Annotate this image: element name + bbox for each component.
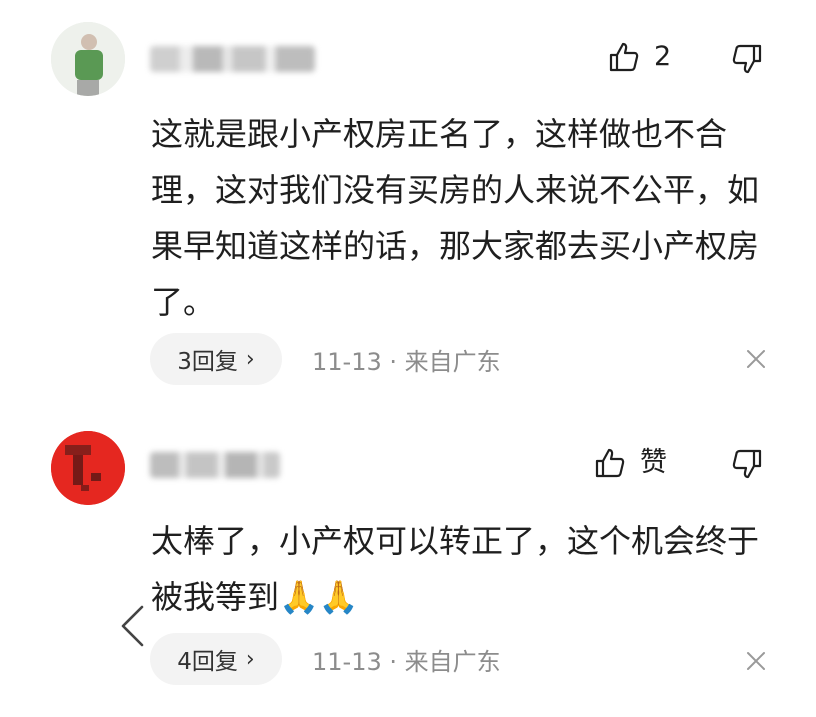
chevron-right-icon: › <box>245 646 255 672</box>
comment-meta: 3回复 › 11-13 · 来自广东 <box>150 333 501 385</box>
comment-text: 太棒了，小产权可以转正了，这个机会终于被我等到🙏🙏 <box>151 513 781 625</box>
reply-count-label: 4回复 <box>177 649 238 675</box>
thumbs-up-icon <box>609 42 639 72</box>
comment-meta: 4回复 › 11-13 · 来自广东 <box>150 633 501 685</box>
prayer-hands-emoji: 🙏🙏 <box>279 578 359 616</box>
reply-count-button[interactable]: 4回复 › <box>150 633 282 685</box>
comment-date-location: 11-13 · 来自广东 <box>312 642 501 677</box>
meta-separator: · <box>389 347 398 376</box>
thumbs-down-icon[interactable] <box>731 448 763 480</box>
like-count: 2 <box>654 41 672 72</box>
thumbs-down-icon[interactable] <box>731 43 763 75</box>
like-button[interactable]: 2 <box>608 41 671 73</box>
like-button[interactable]: 赞 <box>594 447 667 479</box>
like-label: 赞 <box>640 447 667 478</box>
avatar-image <box>51 22 125 96</box>
close-icon[interactable] <box>746 349 766 369</box>
chevron-right-icon: › <box>245 346 255 372</box>
comment-location: 来自广东 <box>404 647 501 676</box>
username-blurred[interactable] <box>150 452 280 478</box>
close-icon[interactable] <box>746 651 766 671</box>
avatar[interactable] <box>51 22 125 96</box>
comment-text-content: 太棒了，小产权可以转正了，这个机会终于被我等到 <box>151 522 760 616</box>
avatar-image <box>51 431 125 505</box>
username-blurred[interactable] <box>150 46 315 72</box>
comment-text: 这就是跟小产权房正名了，这样做也不合理，这对我们没有买房的人来说不公平，如果早知… <box>151 115 760 321</box>
back-arrow-icon[interactable] <box>118 604 146 648</box>
comment-date: 11-13 <box>312 647 382 676</box>
meta-separator: · <box>389 647 398 676</box>
avatar[interactable] <box>51 431 125 505</box>
reply-count-label: 3回复 <box>177 349 238 375</box>
thumbs-up-icon <box>595 448 625 478</box>
comment-location: 来自广东 <box>404 347 501 376</box>
reply-count-button[interactable]: 3回复 › <box>150 333 282 385</box>
comment-date: 11-13 <box>312 347 382 376</box>
comment-date-location: 11-13 · 来自广东 <box>312 342 501 377</box>
